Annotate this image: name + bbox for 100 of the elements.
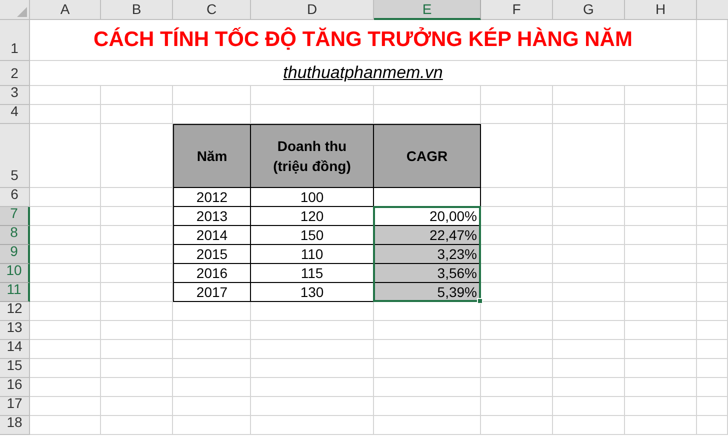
row-header[interactable]: 1 bbox=[0, 20, 30, 61]
empty-cell bbox=[697, 226, 728, 245]
column-header[interactable]: F bbox=[481, 0, 553, 20]
empty-cell bbox=[101, 188, 173, 207]
table-header-cell: Doanh thu (triệu đồng) bbox=[251, 124, 374, 188]
table-cell: 150 bbox=[251, 226, 374, 245]
column-header[interactable]: A bbox=[30, 0, 101, 20]
row-header[interactable]: 4 bbox=[0, 105, 30, 124]
empty-cell bbox=[553, 245, 625, 264]
empty-cell bbox=[101, 207, 173, 226]
row-header[interactable]: 9 bbox=[0, 245, 30, 264]
empty-cell bbox=[553, 124, 625, 188]
empty-cell bbox=[101, 264, 173, 283]
empty-cell bbox=[697, 321, 728, 340]
row-header[interactable]: 10 bbox=[0, 264, 30, 283]
table-cell: 2012 bbox=[173, 188, 251, 207]
table-cell: 115 bbox=[251, 264, 374, 283]
empty-cell bbox=[625, 378, 697, 397]
table-cell: 2016 bbox=[173, 264, 251, 283]
empty-cell bbox=[481, 105, 553, 124]
table-cell[interactable]: 3,56% bbox=[374, 264, 481, 283]
empty-cell bbox=[553, 226, 625, 245]
empty-cell bbox=[101, 321, 173, 340]
empty-cell bbox=[625, 302, 697, 321]
row-header[interactable]: 7 bbox=[0, 207, 30, 226]
empty-cell bbox=[481, 378, 553, 397]
empty-cell bbox=[101, 283, 173, 302]
empty-cell bbox=[481, 397, 553, 416]
empty-cell bbox=[625, 188, 697, 207]
row-header[interactable]: 3 bbox=[0, 86, 30, 105]
empty-cell bbox=[697, 105, 728, 124]
row-header[interactable]: 6 bbox=[0, 188, 30, 207]
empty-cell bbox=[625, 207, 697, 226]
table-header-cell: CAGR bbox=[374, 124, 481, 188]
column-header[interactable]: H bbox=[625, 0, 697, 20]
empty-cell bbox=[101, 359, 173, 378]
empty-cell bbox=[625, 226, 697, 245]
row-header[interactable]: 2 bbox=[0, 61, 30, 86]
row-header[interactable]: 14 bbox=[0, 340, 30, 359]
empty-cell bbox=[625, 124, 697, 188]
row-header[interactable]: 5 bbox=[0, 124, 30, 188]
empty-cell bbox=[697, 378, 728, 397]
empty-cell bbox=[101, 340, 173, 359]
triangle-icon bbox=[17, 7, 27, 17]
table-cell: 110 bbox=[251, 245, 374, 264]
empty-cell bbox=[553, 264, 625, 283]
empty-cell bbox=[553, 397, 625, 416]
empty-cell bbox=[697, 188, 728, 207]
empty-cell bbox=[697, 302, 728, 321]
empty-cell bbox=[481, 416, 553, 435]
table-cell[interactable]: 22,47% bbox=[374, 226, 481, 245]
empty-cell bbox=[697, 207, 728, 226]
empty-cell bbox=[697, 416, 728, 435]
empty-cell bbox=[625, 245, 697, 264]
empty-cell bbox=[625, 86, 697, 105]
row-header[interactable]: 11 bbox=[0, 283, 30, 302]
row-header[interactable]: 13 bbox=[0, 321, 30, 340]
table-cell: 2017 bbox=[173, 283, 251, 302]
table-cell: 2013 bbox=[173, 207, 251, 226]
empty-cell bbox=[697, 245, 728, 264]
empty-cell bbox=[481, 359, 553, 378]
empty-cell bbox=[625, 359, 697, 378]
empty-cell bbox=[553, 340, 625, 359]
empty-cell bbox=[625, 416, 697, 435]
row-header[interactable]: 12 bbox=[0, 302, 30, 321]
empty-cell bbox=[101, 378, 173, 397]
empty-cell bbox=[481, 86, 553, 105]
empty-cell bbox=[697, 61, 728, 86]
column-header[interactable]: B bbox=[101, 0, 173, 20]
empty-cell bbox=[101, 397, 173, 416]
row-header[interactable]: 8 bbox=[0, 226, 30, 245]
table-cell[interactable]: 3,23% bbox=[374, 245, 481, 264]
row-header[interactable]: 15 bbox=[0, 359, 30, 378]
row-header[interactable]: 17 bbox=[0, 397, 30, 416]
empty-cell bbox=[553, 283, 625, 302]
website-link[interactable]: thuthuatphanmem.vn bbox=[30, 61, 697, 86]
empty-cell bbox=[553, 86, 625, 105]
empty-cell bbox=[625, 105, 697, 124]
table-cell: 130 bbox=[251, 283, 374, 302]
empty-cell bbox=[697, 124, 728, 188]
empty-cell bbox=[697, 359, 728, 378]
column-header[interactable]: C bbox=[173, 0, 251, 20]
row-header[interactable]: 16 bbox=[0, 378, 30, 397]
empty-cell bbox=[101, 105, 173, 124]
empty-cell bbox=[625, 283, 697, 302]
column-header[interactable]: G bbox=[553, 0, 625, 20]
column-header[interactable]: D bbox=[251, 0, 374, 20]
column-header[interactable]: E bbox=[374, 0, 481, 20]
empty-cell bbox=[697, 86, 728, 105]
empty-cell bbox=[625, 397, 697, 416]
empty-cell bbox=[553, 105, 625, 124]
table-cell: 2015 bbox=[173, 245, 251, 264]
empty-cell bbox=[481, 340, 553, 359]
row-header[interactable]: 18 bbox=[0, 416, 30, 435]
empty-cell bbox=[697, 340, 728, 359]
empty-cell bbox=[625, 340, 697, 359]
empty-cell bbox=[697, 397, 728, 416]
empty-cell bbox=[553, 321, 625, 340]
table-cell: 120 bbox=[251, 207, 374, 226]
sheet-title: CÁCH TÍNH TỐC ĐỘ TĂNG TRƯỞNG KÉP HÀNG NĂM bbox=[30, 20, 697, 61]
